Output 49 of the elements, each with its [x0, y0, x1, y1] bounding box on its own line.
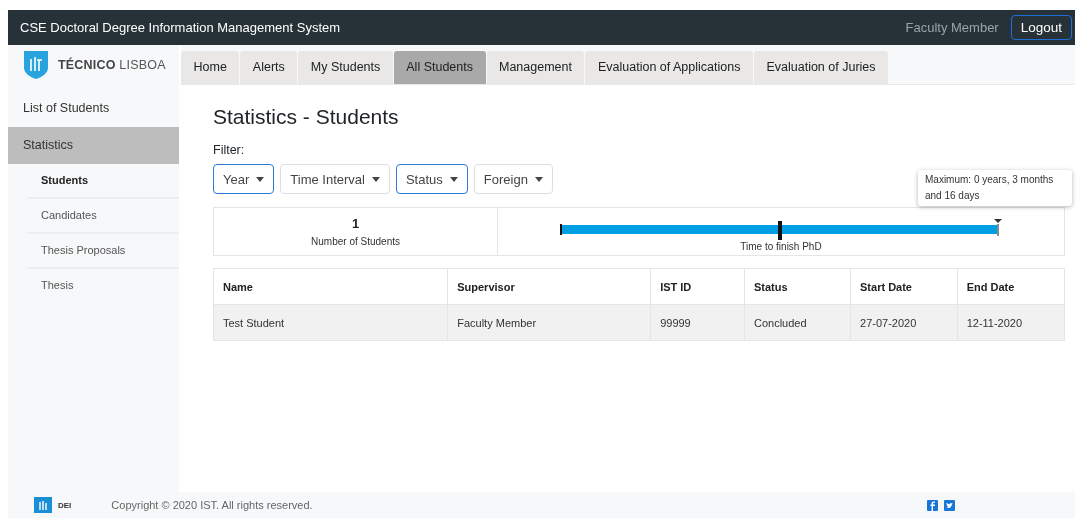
logout-button[interactable]: Logout [1010, 15, 1072, 40]
nav-tab[interactable]: Evaluation of Juries [753, 51, 889, 84]
caret-icon [449, 176, 458, 182]
filter-dropdown[interactable]: Foreign [473, 164, 553, 194]
student-count: 1 [351, 216, 360, 231]
column-header: End Date [957, 268, 1065, 305]
sidebar-subitem[interactable]: Candidates [27, 199, 179, 234]
sidebar-item[interactable]: List of Students [8, 90, 179, 127]
chart-label: Time to finish PhD [740, 241, 822, 252]
column-header: Start Date [850, 268, 958, 305]
nav-tab[interactable]: Management [486, 51, 585, 84]
filter-dropdown[interactable]: Status [395, 164, 468, 194]
nav-tab[interactable]: Evaluation of Applications [585, 51, 753, 84]
table-cell: Test Student [213, 304, 448, 341]
sidebar-subitem[interactable]: Thesis [27, 269, 179, 302]
dei-logo-text: DEI [58, 500, 72, 510]
column-header: Name [213, 268, 448, 305]
nav-tab[interactable]: All Students [393, 51, 486, 84]
table-cell: 27-07-2020 [850, 304, 958, 341]
caret-icon [256, 176, 265, 182]
count-label: Number of Students [311, 236, 400, 247]
table-cell: 99999 [650, 304, 745, 341]
table-cell: Concluded [744, 304, 851, 341]
page-title: Statistics - Students [213, 105, 400, 129]
column-header: Status [744, 268, 851, 305]
nav-tab[interactable]: Alerts [240, 51, 298, 84]
filter-dropdown[interactable]: Time Interval [280, 164, 390, 194]
logo-wordmark: TÉCNICO LISBOA [58, 58, 166, 72]
filter-label: Filter: [213, 143, 245, 157]
sidebar-item[interactable]: Statistics [8, 127, 179, 164]
sidebar-subitem[interactable]: Students [27, 164, 179, 199]
table-cell: 12-11-2020 [957, 304, 1065, 341]
caret-icon [371, 176, 380, 182]
copyright-text: Copyright © 2020 IST. All rights reserved. [111, 499, 314, 511]
twitter-icon[interactable] [944, 499, 955, 511]
column-header: IST ID [650, 268, 745, 305]
nav-tab[interactable]: Home [181, 51, 240, 84]
filter-dropdown[interactable]: Year [213, 164, 275, 194]
caret-icon [534, 176, 543, 182]
column-header: Supervisor [447, 268, 651, 305]
sidebar-subitem[interactable]: Thesis Proposals [27, 234, 179, 269]
shield-logo-icon [24, 51, 48, 79]
facebook-icon[interactable] [927, 499, 938, 511]
dei-logo-icon [34, 497, 52, 513]
tooltip: Maximum: 0 years, 3 months and 16 days [918, 170, 1072, 206]
nav-tab[interactable]: My Students [298, 51, 393, 84]
table-cell: Faculty Member [447, 304, 651, 341]
app-title: CSE Doctoral Degree Information Management System [20, 20, 342, 35]
user-name: Faculty Member [905, 20, 999, 35]
